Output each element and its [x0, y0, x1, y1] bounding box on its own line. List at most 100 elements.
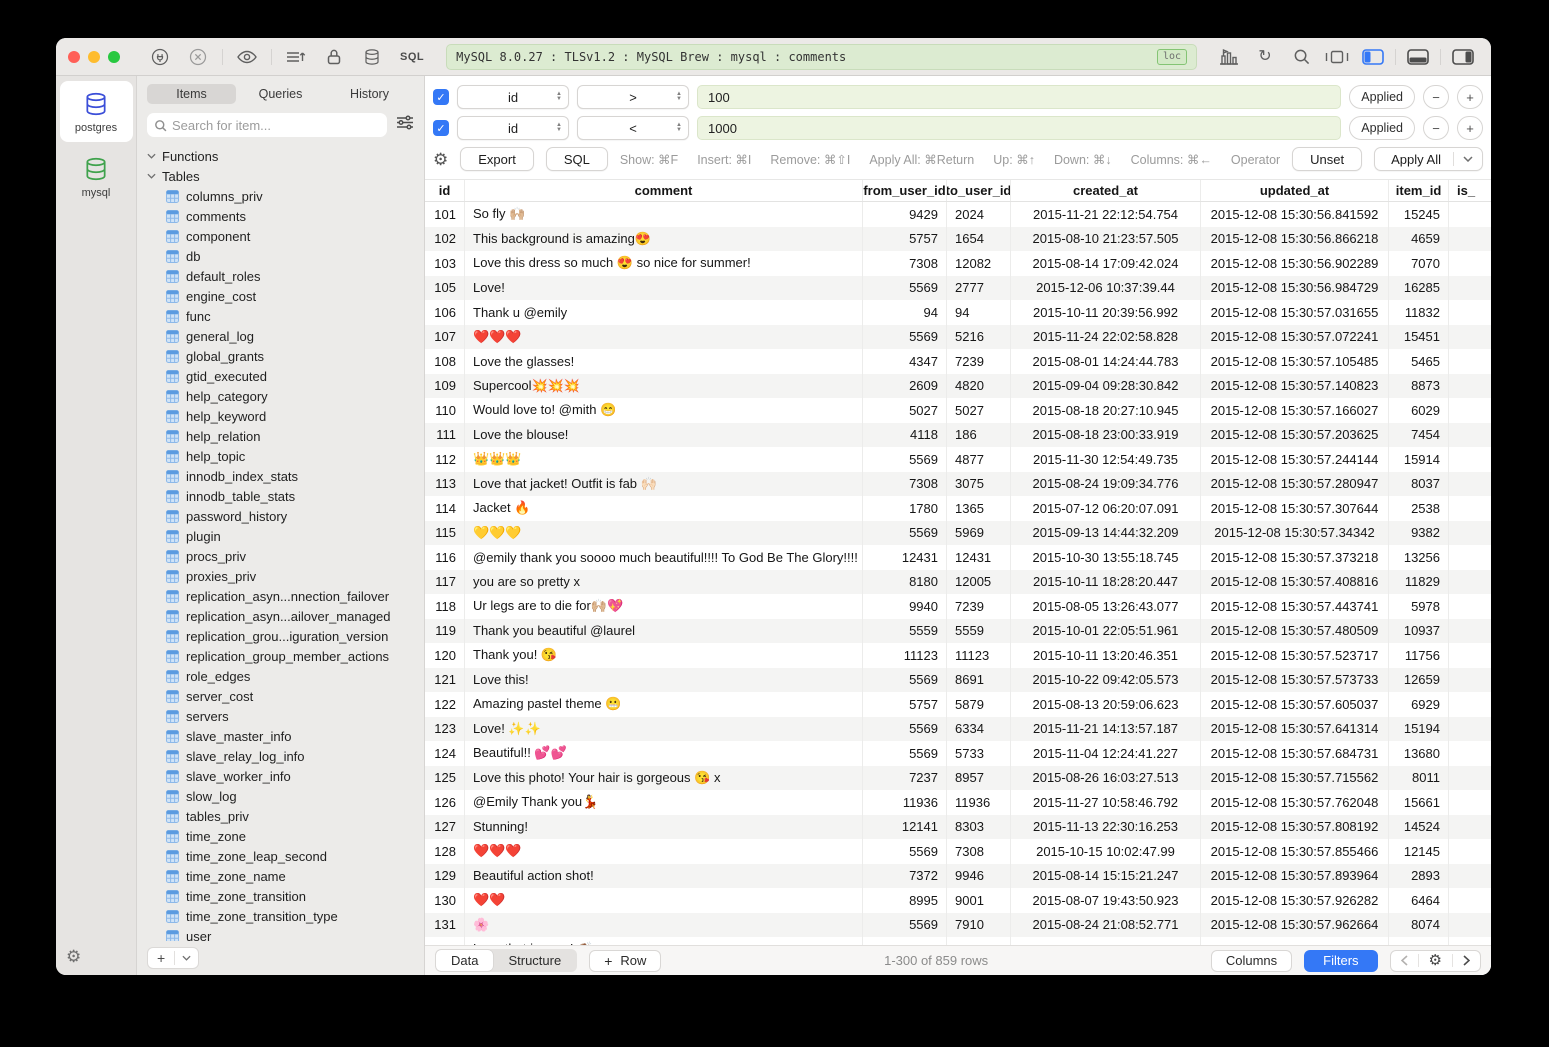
- cell-updated_at[interactable]: 2015-12-08 15:30:57.641314: [1201, 717, 1389, 742]
- cell-to_user_id[interactable]: 7308: [947, 839, 1011, 864]
- cell-is_[interactable]: [1449, 790, 1491, 815]
- cell-comment[interactable]: Amazing pastel theme 😬: [465, 692, 863, 717]
- cell-comment[interactable]: Jacket 🔥: [465, 496, 863, 521]
- tab-structure[interactable]: Structure: [493, 950, 576, 971]
- table-row[interactable]: 108Love the glasses!434772392015-08-01 1…: [425, 349, 1491, 374]
- cell-is_[interactable]: [1449, 325, 1491, 350]
- cell-created_at[interactable]: 2015-10-30 13:55:18.745: [1011, 545, 1201, 570]
- cell-comment[interactable]: This background is amazing😍: [465, 227, 863, 252]
- filter-value-input[interactable]: 100: [697, 85, 1341, 109]
- cell-id[interactable]: 125: [425, 766, 465, 791]
- applied-button[interactable]: Applied: [1349, 116, 1415, 140]
- cell-from_user_id[interactable]: 12141: [863, 815, 947, 840]
- cell-to_user_id[interactable]: 2777: [947, 276, 1011, 301]
- search-input[interactable]: Search for item...: [147, 113, 387, 137]
- table-row[interactable]: 112👑👑👑556948772015-11-30 12:54:49.735201…: [425, 447, 1491, 472]
- applied-button[interactable]: Applied: [1349, 85, 1415, 109]
- add-item-button[interactable]: +: [147, 947, 199, 969]
- filter-operator-select[interactable]: < ▲▼: [577, 116, 689, 140]
- cell-from_user_id[interactable]: 1780: [863, 496, 947, 521]
- cell-from_user_id[interactable]: 5569: [863, 717, 947, 742]
- cell-item_id[interactable]: 16285: [1389, 276, 1449, 301]
- filter-operator-select[interactable]: > ▲▼: [577, 85, 689, 109]
- cell-item_id[interactable]: 2538: [1389, 496, 1449, 521]
- cell-from_user_id[interactable]: 7372: [863, 864, 947, 889]
- cell-from_user_id[interactable]: 5569: [863, 839, 947, 864]
- table-row[interactable]: 103Love this dress so much 😍 so nice for…: [425, 251, 1491, 276]
- cell-comment[interactable]: Would love to! @mith 😁: [465, 398, 863, 423]
- column-header-to_user_id[interactable]: to_user_id: [947, 180, 1011, 201]
- cell-created_at[interactable]: 2015-11-21 22:12:54.754: [1011, 202, 1201, 227]
- add-filter-button[interactable]: +: [1457, 85, 1483, 109]
- cell-updated_at[interactable]: 2015-12-08 15:30:57.031655: [1201, 300, 1389, 325]
- table-row[interactable]: 117you are so pretty x8180120052015-10-1…: [425, 570, 1491, 595]
- sidebar-table-item[interactable]: servers: [147, 706, 414, 726]
- cell-comment[interactable]: Love! ✨✨: [465, 717, 863, 742]
- cell-comment[interactable]: Supercool💥💥💥: [465, 374, 863, 399]
- cell-created_at[interactable]: 2015-08-14 17:09:42.024: [1011, 251, 1201, 276]
- cell-created_at[interactable]: 2015-10-24 18:15:03.692: [1011, 937, 1201, 945]
- sidebar-table-item[interactable]: component: [147, 226, 414, 246]
- cell-comment[interactable]: Love this photo! Your hair is gorgeous 😘…: [465, 766, 863, 791]
- refresh-icon[interactable]: ↻: [1249, 45, 1281, 69]
- sidebar-table-item[interactable]: plugin: [147, 526, 414, 546]
- columns-button[interactable]: Columns: [1211, 950, 1292, 972]
- filter-gear-icon[interactable]: ⚙: [433, 151, 448, 168]
- cell-from_user_id[interactable]: 9940: [863, 594, 947, 619]
- cell-created_at[interactable]: 2015-08-13 20:59:06.623: [1011, 692, 1201, 717]
- cell-from_user_id[interactable]: 7237: [863, 766, 947, 791]
- cell-id[interactable]: 118: [425, 594, 465, 619]
- section-functions[interactable]: Functions: [147, 146, 414, 166]
- cell-created_at[interactable]: 2015-11-04 12:24:41.227: [1011, 741, 1201, 766]
- cell-item_id[interactable]: 8873: [1389, 374, 1449, 399]
- cell-created_at[interactable]: 2015-09-13 14:44:32.209: [1011, 521, 1201, 546]
- plus-icon[interactable]: +: [148, 950, 174, 966]
- cell-comment[interactable]: ❤️❤️: [465, 888, 863, 913]
- zoom-button[interactable]: [108, 51, 120, 63]
- sidebar-table-item[interactable]: password_history: [147, 506, 414, 526]
- cell-to_user_id[interactable]: 12005: [947, 570, 1011, 595]
- cell-item_id[interactable]: 4659: [1389, 227, 1449, 252]
- column-header-from_user_id[interactable]: from_user_id: [863, 180, 947, 201]
- cell-to_user_id[interactable]: 11936: [947, 790, 1011, 815]
- table-row[interactable]: 114Jacket 🔥178013652015-07-12 06:20:07.0…: [425, 496, 1491, 521]
- cell-from_user_id[interactable]: 4118: [863, 423, 947, 448]
- tab-data[interactable]: Data: [436, 950, 493, 971]
- cell-item_id[interactable]: 15451: [1389, 325, 1449, 350]
- cell-updated_at[interactable]: 2015-12-08 15:30:57.203625: [1201, 423, 1389, 448]
- cell-is_[interactable]: [1449, 717, 1491, 742]
- section-tables[interactable]: Tables: [147, 166, 414, 186]
- cell-is_[interactable]: [1449, 888, 1491, 913]
- table-row[interactable]: 122Amazing pastel theme 😬575758792015-08…: [425, 692, 1491, 717]
- cell-id[interactable]: 128: [425, 839, 465, 864]
- apply-all-button[interactable]: Apply All: [1374, 147, 1483, 171]
- table-row[interactable]: 119Thank you beautiful @laurel5559555920…: [425, 619, 1491, 644]
- cell-from_user_id[interactable]: 2609: [863, 374, 947, 399]
- cell-from_user_id[interactable]: 8995: [863, 888, 947, 913]
- cell-comment[interactable]: 🌸: [465, 913, 863, 938]
- table-row[interactable]: 123Love! ✨✨556963342015-11-21 14:13:57.1…: [425, 717, 1491, 742]
- cell-from_user_id[interactable]: 5569: [863, 521, 947, 546]
- table-row[interactable]: 101So fly 🙌🏼942920242015-11-21 22:12:54.…: [425, 202, 1491, 227]
- cell-item_id[interactable]: 12884: [1389, 937, 1449, 945]
- focus-mode-icon[interactable]: [1321, 45, 1353, 69]
- cell-from_user_id[interactable]: 5559: [863, 619, 947, 644]
- table-row[interactable]: 111Love the blouse!41181862015-08-18 23:…: [425, 423, 1491, 448]
- cell-is_[interactable]: [1449, 447, 1491, 472]
- cell-item_id[interactable]: 15194: [1389, 717, 1449, 742]
- cell-from_user_id[interactable]: 5757: [863, 227, 947, 252]
- sidebar-table-item[interactable]: replication_group_member_actions: [147, 646, 414, 666]
- cell-updated_at[interactable]: 2015-12-08 15:30:57.808192: [1201, 815, 1389, 840]
- cell-is_[interactable]: [1449, 276, 1491, 301]
- column-header-updated_at[interactable]: updated_at: [1201, 180, 1389, 201]
- cell-updated_at[interactable]: 2015-12-08 15:30:57.244144: [1201, 447, 1389, 472]
- cell-created_at[interactable]: 2015-11-21 14:13:57.187: [1011, 717, 1201, 742]
- table-gear-icon[interactable]: ⚙: [1419, 953, 1452, 968]
- table-row[interactable]: 125Love this photo! Your hair is gorgeou…: [425, 766, 1491, 791]
- table-row[interactable]: 106Thank u @emily94942015-10-11 20:39:56…: [425, 300, 1491, 325]
- cell-updated_at[interactable]: 2015-12-08 15:30:57.99569: [1201, 937, 1389, 945]
- cell-created_at[interactable]: 2015-11-24 22:02:58.828: [1011, 325, 1201, 350]
- cell-is_[interactable]: [1449, 766, 1491, 791]
- tab-items[interactable]: Items: [147, 84, 236, 104]
- sidebar-table-item[interactable]: columns_priv: [147, 186, 414, 206]
